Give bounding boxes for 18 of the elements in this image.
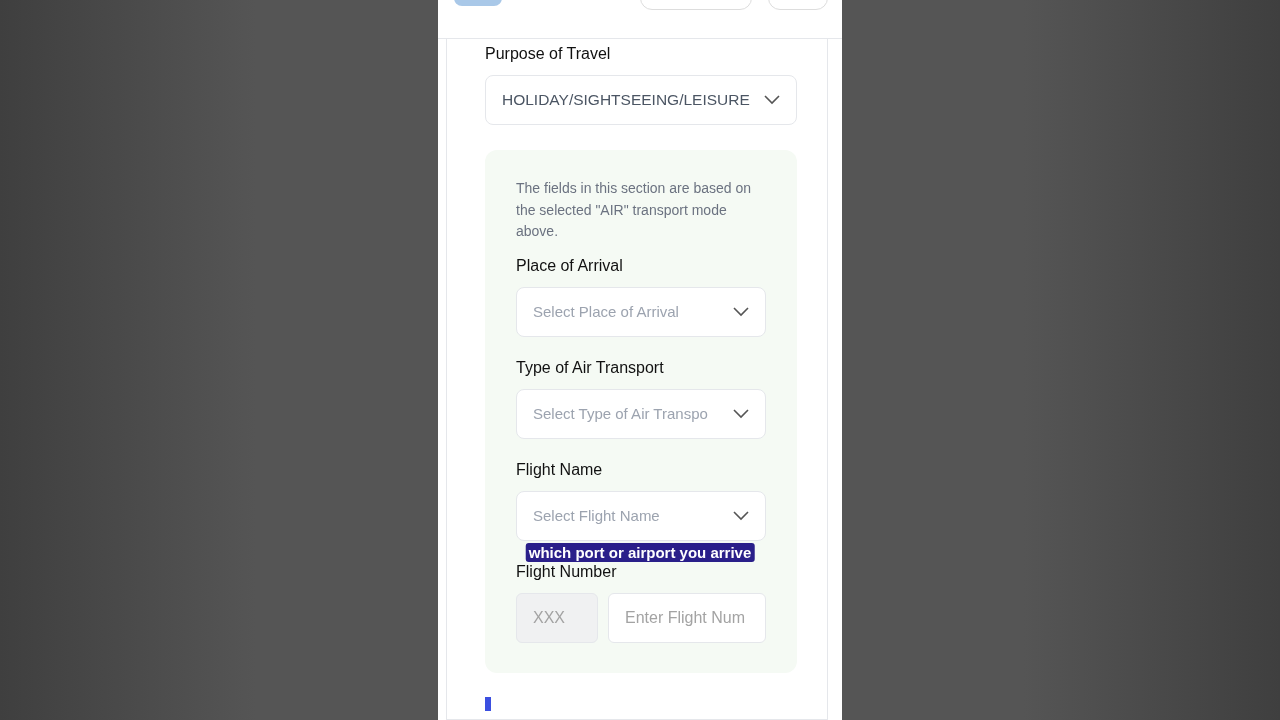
video-caption: which port or airport you arrive xyxy=(525,543,755,562)
input-field[interactable]: Enter Flight Num xyxy=(608,592,766,643)
field-label: Place of Arrival xyxy=(516,256,623,275)
dropdown-field[interactable]: Select Type of Air Transpo xyxy=(516,388,766,439)
purpose-select[interactable]: HOLIDAY/SIGHTSEEING/LEISURE xyxy=(485,75,797,125)
field-label: Flight Number xyxy=(516,562,617,581)
input-field: XXX xyxy=(516,592,598,643)
section-note: The fields in this section are based on the selected "AIR" transport mode above. xyxy=(516,179,753,241)
field-label: Purpose of Travel xyxy=(485,45,612,63)
chevron-down-icon xyxy=(733,510,749,521)
chevron-down-icon xyxy=(764,95,780,105)
chevron-down-icon xyxy=(733,306,749,317)
field-label: Type of Air Transport xyxy=(516,358,664,377)
field-label: Flight Name xyxy=(516,460,603,479)
chevron-down-icon xyxy=(733,408,749,419)
dropdown-field[interactable]: Select Place of Arrival xyxy=(516,286,766,337)
section-accent-bar xyxy=(485,696,491,711)
dropdown-field[interactable]: Select Flight Name xyxy=(516,490,766,541)
